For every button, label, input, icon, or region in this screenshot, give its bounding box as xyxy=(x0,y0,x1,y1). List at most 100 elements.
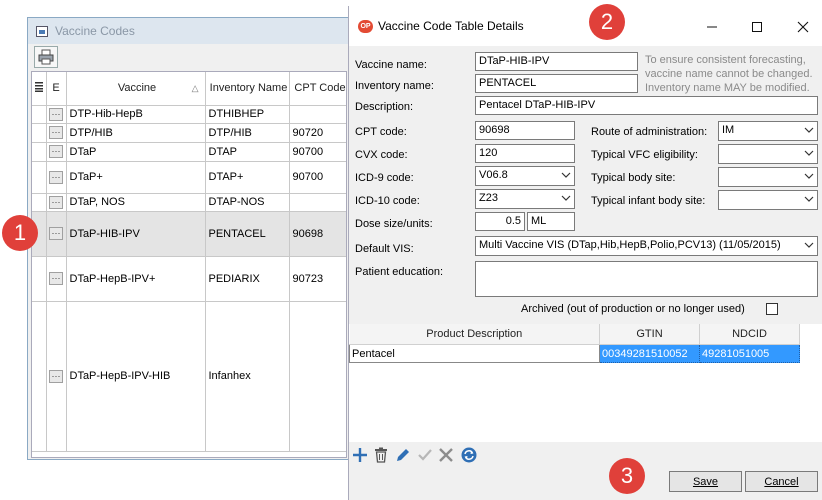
ndcid-cell[interactable]: 49281051005 xyxy=(699,344,800,363)
ndcid-header[interactable]: NDCID xyxy=(699,324,800,345)
vaccine-cell[interactable]: DTP-Hib-HepB xyxy=(66,105,206,124)
cpt-code-cell[interactable]: 90723 xyxy=(289,256,346,302)
row-edit-button[interactable]: ··· xyxy=(49,145,63,158)
row-indicator-cell xyxy=(32,301,47,452)
row-indicator-cell xyxy=(32,161,47,194)
row-edit-button[interactable]: ··· xyxy=(49,107,63,121)
icd9-code-dropdown[interactable]: V06.8 xyxy=(475,166,575,186)
delete-button[interactable] xyxy=(371,445,391,465)
inventory-name-cell[interactable]: PEDIARIX xyxy=(205,256,290,302)
minimize-button[interactable] xyxy=(701,16,723,38)
inventory-name-cell[interactable]: DTAP xyxy=(205,142,290,162)
icd10-code-dropdown[interactable]: Z23 xyxy=(475,189,575,209)
discard-button[interactable] xyxy=(436,445,456,465)
edit-button[interactable] xyxy=(393,445,413,465)
cpt-code-cell[interactable] xyxy=(289,301,346,452)
dialog-bottom-bar: Save Cancel xyxy=(349,442,822,500)
row-edit-button[interactable]: ··· xyxy=(49,126,63,139)
description-field[interactable]: Pentacel DTaP-HIB-IPV xyxy=(475,96,818,115)
chevron-down-icon xyxy=(804,242,814,248)
inventory-name-cell[interactable]: DTHIBHEP xyxy=(205,105,290,124)
inventory-name-cell[interactable]: DTAP-NOS xyxy=(205,193,290,212)
vaccine-name-field[interactable]: DTaP-HIB-IPV xyxy=(475,52,638,71)
column-chooser-icon xyxy=(34,81,43,92)
table-row[interactable]: ··· DTP/HIB DTP/HIB 90720 xyxy=(32,123,346,143)
product-description-cell[interactable]: Pentacel xyxy=(349,344,600,363)
column-header-cpt-code[interactable]: CPT Code xyxy=(289,72,346,106)
dose-units-field[interactable]: ML xyxy=(527,212,575,231)
cpt-code-label: CPT code: xyxy=(355,126,407,138)
cvx-code-field[interactable]: 120 xyxy=(475,144,575,163)
inventory-name-field[interactable]: PENTACEL xyxy=(475,74,638,93)
row-edit-button[interactable]: ··· xyxy=(49,195,63,209)
maximize-button[interactable] xyxy=(746,16,768,38)
vaccine-cell[interactable]: DTP/HIB xyxy=(66,123,206,143)
table-row[interactable]: ··· DTaP+ DTAP+ 90700 xyxy=(32,161,346,194)
close-button[interactable] xyxy=(792,16,814,38)
table-row[interactable]: ··· DTaP, NOS DTAP-NOS xyxy=(32,193,346,212)
infant-body-site-dropdown[interactable] xyxy=(718,190,818,210)
vaccine-cell[interactable]: DTaP+ xyxy=(66,161,206,194)
gtin-header[interactable]: GTIN xyxy=(599,324,700,345)
vaccine-codes-window: Vaccine Codes E Vaccine △ Inventory Name… xyxy=(27,17,349,460)
confirm-button[interactable] xyxy=(415,445,435,465)
patient-education-field[interactable] xyxy=(475,261,818,297)
table-row[interactable]: ··· DTaP-HepB-IPV+ PEDIARIX 90723 xyxy=(32,256,346,302)
vaccine-codes-title: Vaccine Codes xyxy=(55,24,135,38)
gtin-cell[interactable]: 00349281510052 xyxy=(599,344,700,363)
cancel-button[interactable]: Cancel xyxy=(745,471,818,492)
grid-header-row: E Vaccine △ Inventory Name CPT Code xyxy=(32,72,346,106)
row-edit-button[interactable]: ··· xyxy=(49,272,63,285)
vfc-eligibility-dropdown[interactable] xyxy=(718,144,818,164)
row-edit-cell: ··· xyxy=(46,142,67,162)
add-button[interactable] xyxy=(350,445,370,465)
inventory-name-cell[interactable]: DTP/HIB xyxy=(205,123,290,143)
column-header-vaccine-label: Vaccine xyxy=(117,82,157,95)
table-row[interactable]: ··· DTaP DTAP 90700 xyxy=(32,142,346,162)
inventory-name-cell[interactable]: Infanhex xyxy=(205,301,290,452)
vaccine-cell[interactable]: DTaP-HepB-IPV-HIB xyxy=(66,301,206,452)
inventory-name-cell[interactable]: DTAP+ xyxy=(205,161,290,194)
add-icon xyxy=(353,448,367,462)
inventory-name-cell[interactable]: PENTACEL xyxy=(205,211,290,257)
row-edit-button[interactable]: ··· xyxy=(49,369,63,383)
icd10-code-label: ICD-10 code: xyxy=(355,195,420,207)
cpt-code-cell[interactable]: 90720 xyxy=(289,123,346,143)
archived-label: Archived (out of production or no longer… xyxy=(521,303,745,315)
row-edit-button[interactable]: ··· xyxy=(49,227,63,240)
route-dropdown[interactable]: IM xyxy=(718,121,818,141)
refresh-button[interactable] xyxy=(459,445,479,465)
vaccine-cell[interactable]: DTaP, NOS xyxy=(66,193,206,212)
cpt-code-cell[interactable]: 90700 xyxy=(289,142,346,162)
table-row[interactable]: ··· DTaP-HIB-IPV PENTACEL 90698 xyxy=(32,211,346,257)
column-header-vaccine[interactable]: Vaccine △ xyxy=(66,72,206,106)
cpt-code-cell[interactable]: 90698 xyxy=(289,211,346,257)
column-header-e[interactable]: E xyxy=(46,72,67,106)
body-site-dropdown[interactable] xyxy=(718,167,818,187)
print-button[interactable] xyxy=(34,46,58,68)
vaccine-cell[interactable]: DTaP-HIB-IPV xyxy=(66,211,206,257)
vaccine-cell[interactable]: DTaP-HepB-IPV+ xyxy=(66,256,206,302)
table-row[interactable]: ··· DTaP-HepB-IPV-HIB Infanhex xyxy=(32,301,346,452)
cpt-code-cell[interactable]: 90700 xyxy=(289,161,346,194)
row-edit-button[interactable]: ··· xyxy=(49,170,63,184)
vaccine-cell[interactable]: DTaP xyxy=(66,142,206,162)
column-header-inventory-name[interactable]: Inventory Name xyxy=(205,72,290,106)
note-line: vaccine name cannot be changed. xyxy=(645,68,813,80)
row-indicator-cell xyxy=(32,142,47,162)
cpt-code-cell[interactable] xyxy=(289,193,346,212)
archived-checkbox[interactable] xyxy=(766,303,778,315)
save-button[interactable]: Save xyxy=(669,471,742,492)
cpt-code-cell[interactable] xyxy=(289,105,346,124)
dose-size-field[interactable]: 0.5 xyxy=(475,212,525,231)
product-row[interactable]: Pentacel 00349281510052 49281051005 xyxy=(349,344,800,363)
column-chooser-header[interactable] xyxy=(32,72,47,106)
cpt-code-field[interactable]: 90698 xyxy=(475,121,575,140)
default-vis-dropdown[interactable]: Multi Vaccine VIS (DTap,Hib,HepB,Polio,P… xyxy=(475,236,818,256)
chevron-down-icon xyxy=(561,172,571,178)
product-description-header[interactable]: Product Description xyxy=(349,324,600,345)
table-row[interactable]: ··· DTP-Hib-HepB DTHIBHEP xyxy=(32,105,346,124)
row-edit-cell: ··· xyxy=(46,161,67,194)
note-line: To ensure consistent forecasting, xyxy=(645,54,806,66)
product-table: Product Description GTIN NDCID Pentacel … xyxy=(349,324,822,444)
